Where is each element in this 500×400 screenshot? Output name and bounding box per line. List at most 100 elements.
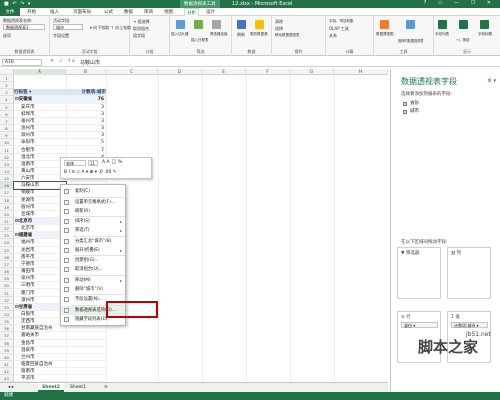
row-header[interactable]: 40 [0,353,14,361]
context-menu-item-1[interactable]: 复制(C) [61,187,125,196]
row-header[interactable]: 23 [0,232,14,240]
timeline-icon[interactable] [194,20,203,29]
field-list-icon[interactable] [438,20,447,29]
row-header[interactable]: 5 [0,103,14,111]
row-header[interactable]: 16 [0,182,14,190]
pivot-row-value[interactable] [66,354,106,361]
select-button[interactable]: 选择 [275,26,283,32]
pivot-row-label[interactable]: 蚌埠市 [14,111,66,118]
pivot-row-label[interactable]: ⊟甘肃省 [14,303,66,311]
row-header[interactable]: 1 [0,75,14,83]
worksheet-grid[interactable]: ABCDEFGH 1 2 3 4 5 6 7 8 9 10 11 12 13 14 15 16 17 18 19 20… [0,69,388,382]
mini-toolbar-row2[interactable]: B I ≡ ◇ A ▾ ⊞ ▾ .0 .00 ✎ [64,170,117,176]
row-header[interactable]: 43 [0,375,14,382]
pivot-row-label[interactable]: 宣城市 [14,211,66,218]
context-menu-item-3[interactable]: 刷新(R) [61,207,125,216]
row-header[interactable]: 10 [0,139,14,147]
zone-rows-chip[interactable]: 省份 ▾ [401,322,438,328]
pivot-row-label[interactable]: ⊟福建省 [14,232,66,240]
pivot-row-label[interactable]: 嘉峪关市 [14,332,66,340]
row-header[interactable]: 26 [0,253,14,261]
column-header-d[interactable]: D [158,69,202,75]
pivot-row-label[interactable]: 亳州市 [14,118,66,126]
row-header[interactable]: 27 [0,260,14,269]
buttons-icon[interactable] [459,20,468,29]
relationships-button[interactable]: 关系 [329,33,337,39]
pivot-row-value[interactable] [66,325,106,333]
tab-data[interactable]: 数据 [124,9,133,15]
field-province[interactable]: ✓ 省份 [403,101,419,107]
row-header[interactable]: 13 [0,160,14,168]
pivot-row-label[interactable]: 黄山市 [14,168,66,176]
column-header-h[interactable]: H [334,69,388,75]
refresh-button[interactable]: 刷新 [237,32,245,38]
active-field-input[interactable]: 城市 [53,24,83,30]
filter-connections-button[interactable]: 筛选器连接 [210,32,228,37]
row-header[interactable]: 2 [0,82,14,90]
row-header[interactable]: 9 [0,132,14,140]
recommended-pivot-icon[interactable] [406,20,415,29]
pivot-row-value[interactable]: 3 [66,104,106,111]
context-menu-item-10[interactable]: 移动(M) ▸ [61,276,125,285]
row-header[interactable]: 19 [0,203,14,211]
pivot-row-labels-header[interactable]: 行标签 ▾ [14,89,66,97]
pivot-row-value[interactable]: 5 [66,139,106,147]
context-menu-item-5[interactable]: 筛选(T) ▸ [61,226,125,235]
pivot-row-label[interactable]: 北京市 [14,225,66,233]
pivot-row-label[interactable]: 安庆市 [14,104,66,111]
clear-button[interactable]: 清除 [275,19,283,25]
quick-access-toolbar[interactable]: ■ ↶ ↷ ▾ [4,1,31,7]
row-header[interactable]: 29 [0,275,14,283]
row-header[interactable]: 32 [0,296,14,304]
pivot-row-value[interactable] [66,332,106,340]
ungroup-button[interactable]: 取消组合 [133,26,149,32]
row-header[interactable]: 28 [0,268,14,276]
pivot-row-label[interactable]: 淮南市 [14,161,66,168]
insert-timeline-button[interactable]: 插入日程表 [191,38,209,43]
pivot-row-label[interactable]: 阜阳市 [14,139,66,147]
zone-values-chip[interactable]: 计数项:城市 ▾ [451,322,488,328]
options-button[interactable]: 选项 [3,33,11,39]
mini-toolbar-row1[interactable]: A A 📋 % [102,160,122,166]
column-header-a[interactable]: A [14,69,66,75]
row-header[interactable]: 24 [0,239,14,247]
column-header-g[interactable]: G [290,69,334,75]
tab-review[interactable]: 审阅 [144,9,153,15]
refresh-icon[interactable] [237,20,246,29]
field-headers-icon[interactable] [480,20,489,29]
row-header[interactable]: 21 [0,218,14,226]
pivot-row-label[interactable]: 临夏回族自治州 [14,361,66,369]
pivot-row-value[interactable] [66,375,106,382]
row-header[interactable]: 17 [0,189,14,197]
pivot-row-label[interactable]: 漳州市 [14,297,66,304]
tab-analyze[interactable]: 分析 [184,8,199,16]
pivot-row-label[interactable]: 芜湖市 [14,197,66,204]
pivot-chart-button[interactable]: 数据透视图 [376,32,394,37]
column-header-f[interactable]: F [246,69,290,75]
tab-formulas[interactable]: 公式 [104,9,113,15]
context-menu-item-8[interactable]: 创建组(G)... [61,256,125,265]
pivot-row-label[interactable]: 三明市 [14,282,66,290]
row-header[interactable]: 42 [0,368,14,376]
pivot-row-label[interactable]: ⊟北京市 [14,218,66,226]
font-size-box[interactable]: 11 [88,160,98,166]
window-controls[interactable]: ? ▭ — ☐ ✕ [424,0,496,6]
pivot-row-label[interactable]: 宿州市 [14,204,66,211]
row-header[interactable]: 20 [0,210,14,218]
column-header-b[interactable]: B [66,69,106,75]
field-headers-button[interactable]: 字段标题 [478,32,492,37]
row-header[interactable]: 18 [0,196,14,204]
pivot-row-label[interactable]: ⊟安徽省 [14,96,66,104]
pivot-row-value[interactable]: 3 [66,125,106,133]
pivot-row-label[interactable]: 陇南市 [14,368,66,376]
column-header-c[interactable]: C [106,69,158,75]
name-box[interactable]: A16 [2,59,42,66]
row-header[interactable]: 33 [0,303,14,311]
field-city[interactable]: ✓ 城市 [403,109,419,115]
tab-page-layout[interactable]: 页面布局 [73,9,91,15]
pivot-row-label[interactable]: 淮北市 [14,154,66,161]
context-menu-item-7[interactable]: 展开/折叠(E) ▸ [61,246,125,255]
row-header[interactable]: 8 [0,125,14,133]
context-menu-item-6[interactable]: 分类汇总“城市”(B) [61,237,125,246]
row-header[interactable]: 7 [0,117,14,126]
